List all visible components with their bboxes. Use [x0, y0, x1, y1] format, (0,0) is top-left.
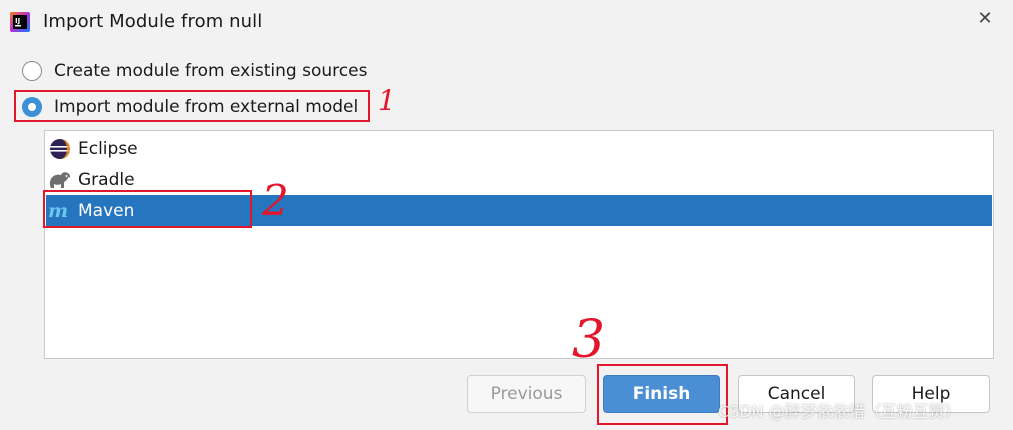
radio-label-create-from-sources: Create module from existing sources	[54, 61, 368, 81]
dialog-title: Import Module from null	[43, 11, 263, 32]
radio-create-from-sources[interactable]: Create module from existing sources	[22, 58, 367, 84]
dialog-title-bar: IJ Import Module from null ✕	[0, 0, 1013, 44]
csdn-watermark: CSDN @醉梦依依惜（互粉互赞）	[718, 402, 961, 421]
annotation-step-1: 1	[378, 84, 396, 117]
annotation-box-import-option	[14, 90, 370, 122]
intellij-app-icon: IJ	[10, 12, 30, 32]
previous-button[interactable]: Previous	[467, 375, 586, 413]
gradle-elephant-icon	[48, 168, 72, 192]
annotation-step-3: 3	[572, 310, 606, 370]
eclipse-icon	[48, 137, 72, 161]
close-icon[interactable]: ✕	[975, 9, 995, 29]
list-item-label: Eclipse	[78, 138, 138, 159]
annotation-box-finish	[597, 364, 728, 425]
list-item-label: Gradle	[78, 169, 135, 190]
external-model-list[interactable]: Eclipse Gradle m Maven	[44, 130, 994, 359]
radio-button-unchecked[interactable]	[22, 61, 42, 81]
annotation-box-maven	[43, 190, 252, 228]
svg-text:IJ: IJ	[15, 17, 20, 25]
list-item-eclipse[interactable]: Eclipse	[46, 133, 992, 164]
annotation-step-2: 2	[262, 176, 289, 225]
